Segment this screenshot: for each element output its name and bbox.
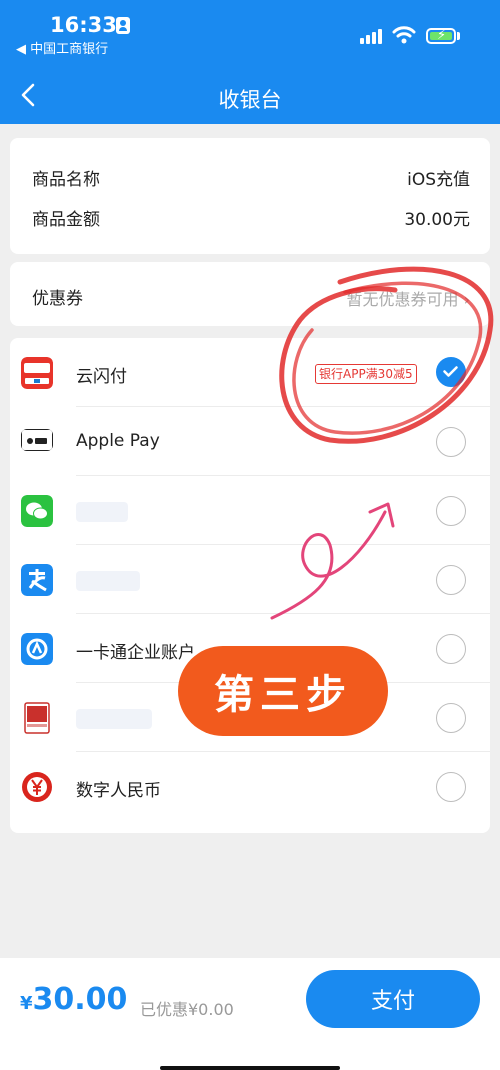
cellular-signal-icon bbox=[360, 28, 384, 44]
coupon-label: 优惠券 bbox=[32, 289, 83, 309]
step-stamp: 第三步 bbox=[178, 646, 388, 736]
radio-unselected[interactable] bbox=[436, 703, 466, 733]
status-bar: 16:33 ◀ 中国工商银行 ⚡ bbox=[0, 0, 500, 64]
payment-label-blurred bbox=[76, 502, 128, 522]
payment-label: 一卡通企业账户 bbox=[76, 643, 195, 663]
page-title: 收银台 bbox=[218, 88, 282, 112]
radio-unselected[interactable] bbox=[436, 772, 466, 802]
total-value: 30.00 bbox=[32, 982, 128, 1017]
radio-unselected[interactable] bbox=[436, 427, 466, 457]
chevron-right-icon: › bbox=[463, 290, 470, 309]
payment-methods-card: 云闪付 银行APP满30减5 Apple Pay 一卡通企业账户 数字人民币 bbox=[10, 338, 490, 833]
discount-text: 已优惠¥0.00 bbox=[140, 1000, 234, 1019]
radio-unselected[interactable] bbox=[436, 496, 466, 526]
payment-option-unionpay[interactable]: 云闪付 银行APP满30减5 bbox=[10, 338, 490, 407]
payment-label: Apple Pay bbox=[76, 431, 160, 451]
payment-option-apple-pay[interactable]: Apple Pay bbox=[10, 407, 490, 476]
radio-unselected[interactable] bbox=[436, 634, 466, 664]
promo-badge: 银行APP满30减5 bbox=[315, 364, 417, 384]
check-icon bbox=[443, 366, 458, 377]
pay-button[interactable]: 支付 bbox=[306, 970, 480, 1028]
payment-label: 云闪付 bbox=[76, 367, 127, 387]
header: 16:33 ◀ 中国工商银行 ⚡ 收银台 bbox=[0, 0, 500, 124]
back-to-app-link[interactable]: ◀ 中国工商银行 bbox=[16, 38, 108, 57]
unionpay-quickpass-icon bbox=[21, 357, 53, 389]
home-indicator bbox=[160, 1066, 340, 1070]
wifi-icon bbox=[392, 26, 416, 44]
coupon-row[interactable]: 优惠券 暂无优惠券可用 › bbox=[10, 262, 490, 326]
product-name-value: iOS充值 bbox=[407, 170, 470, 190]
alipay-icon bbox=[21, 564, 53, 596]
status-time: 16:33 bbox=[50, 13, 117, 37]
person-icon bbox=[116, 17, 130, 34]
coupon-value: 暂无优惠券可用 › bbox=[346, 286, 470, 310]
payment-option-alipay[interactable] bbox=[10, 545, 490, 614]
footer-bar: ¥30.00 已优惠¥0.00 支付 bbox=[0, 958, 500, 1070]
coupon-value-text: 暂无优惠券可用 bbox=[346, 290, 459, 309]
product-amount-value: 30.00元 bbox=[404, 210, 470, 230]
wechat-pay-icon bbox=[21, 495, 53, 527]
jd-pay-icon bbox=[24, 702, 50, 734]
yikatong-icon bbox=[21, 633, 53, 665]
battery-icon: ⚡ bbox=[426, 28, 456, 44]
currency-symbol: ¥ bbox=[20, 993, 33, 1014]
payment-label: 数字人民币 bbox=[76, 781, 161, 801]
apple-pay-icon bbox=[21, 429, 53, 451]
payment-label-blurred bbox=[76, 571, 140, 591]
product-amount-label: 商品金额 bbox=[32, 210, 100, 230]
payment-option-wechat[interactable] bbox=[10, 476, 490, 545]
product-card: 商品名称 iOS充值 商品金额 30.00元 bbox=[10, 138, 490, 254]
payment-option-digital-rmb[interactable]: 数字人民币 bbox=[10, 752, 490, 821]
radio-unselected[interactable] bbox=[436, 565, 466, 595]
battery-cap bbox=[457, 32, 460, 40]
radio-selected[interactable] bbox=[436, 357, 466, 387]
total-amount: ¥30.00 bbox=[20, 982, 127, 1017]
payment-label-blurred bbox=[76, 709, 152, 729]
digital-rmb-icon bbox=[22, 772, 52, 802]
product-name-label: 商品名称 bbox=[32, 170, 100, 190]
